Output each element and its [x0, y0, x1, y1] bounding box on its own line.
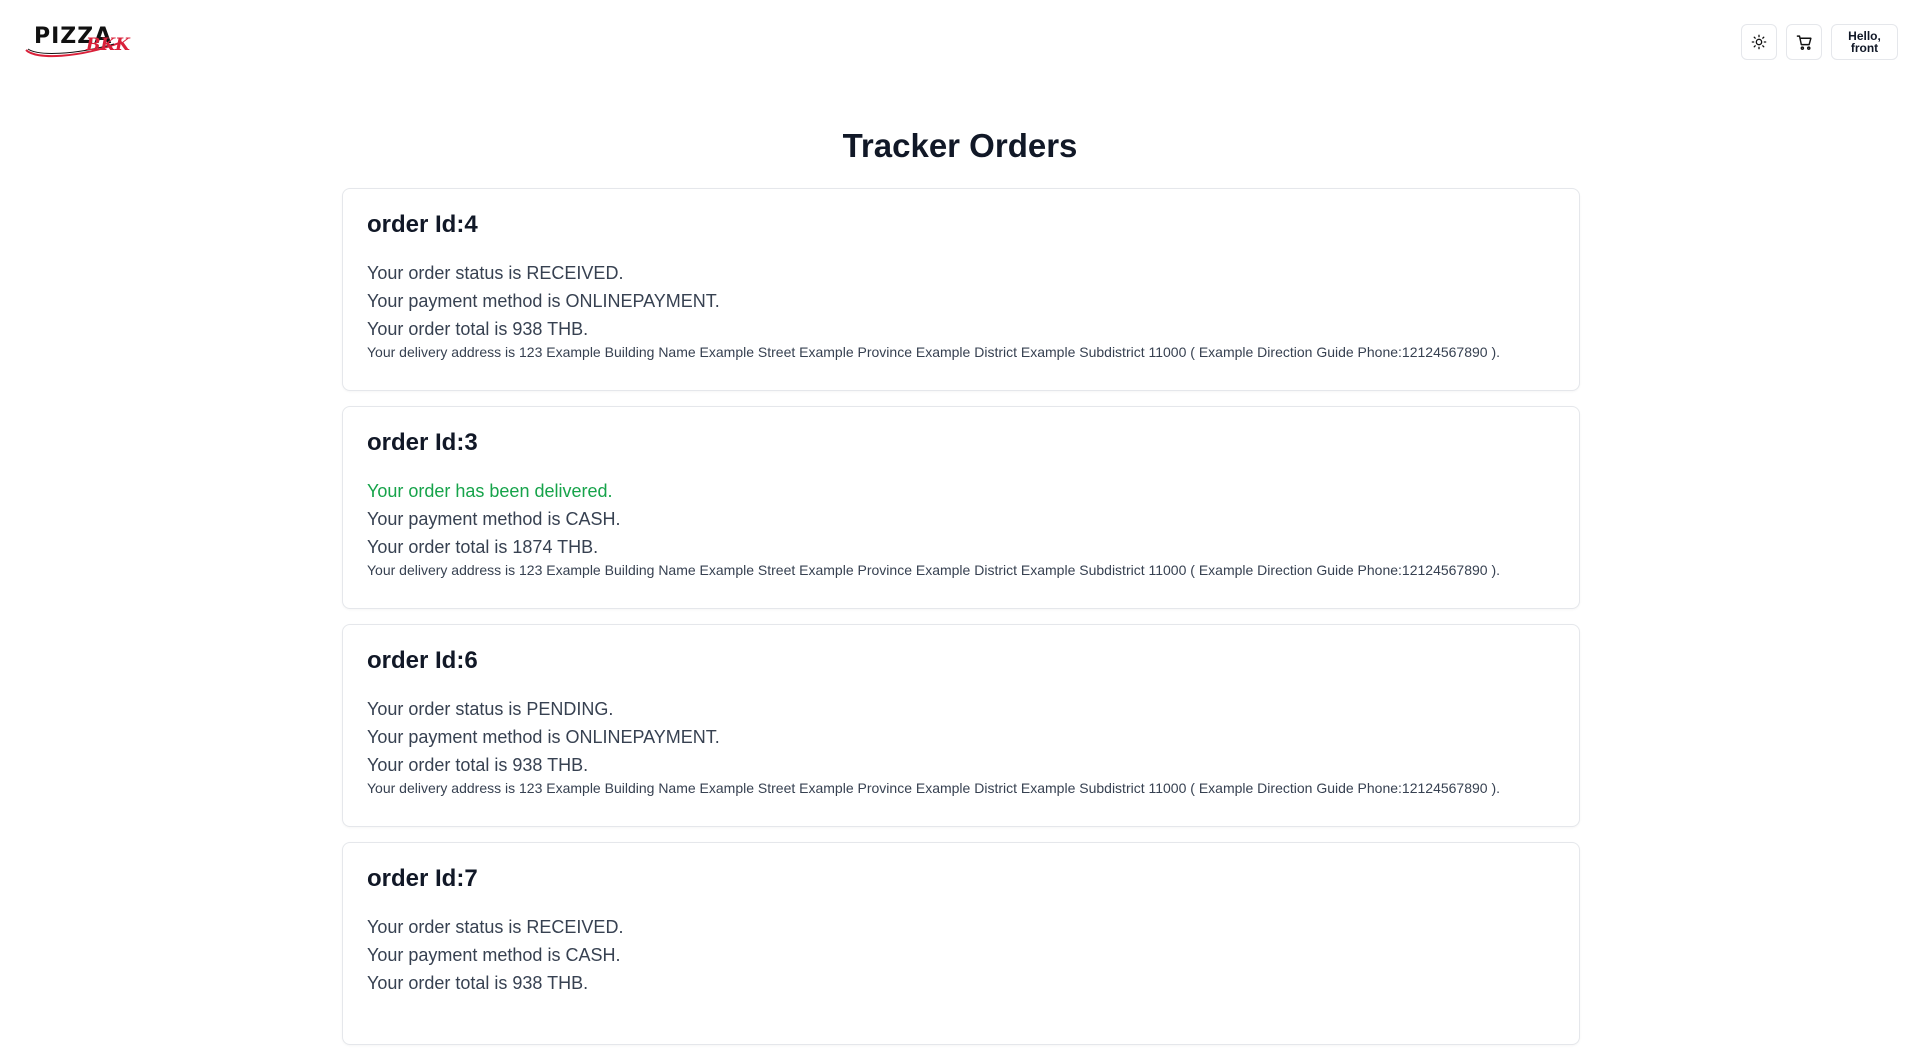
cart-icon — [1796, 34, 1812, 50]
order-title: order Id:7 — [367, 865, 478, 892]
order-payment: Your payment method is ONLINEPAYMENT. — [367, 291, 720, 311]
user-name: front — [1850, 41, 1879, 55]
header: PIZZA BKK Hello, front — [0, 0, 1920, 84]
cart-button[interactable] — [1786, 24, 1822, 60]
order-status: Your order status is RECEIVED. — [367, 917, 624, 937]
order-status: Your order has been delivered. — [367, 481, 613, 501]
order-address: Your delivery address is 123 Example Bui… — [367, 780, 1501, 796]
orders-list: order Id:4 Your order status is RECEIVED… — [342, 188, 1580, 1060]
order-total: Your order total is 938 THB. — [367, 319, 589, 339]
logo-subtext: BKK — [86, 35, 130, 55]
order-payment: Your payment method is CASH. — [367, 509, 621, 529]
order-card: order Id:6 Your order status is PENDING.… — [342, 624, 1580, 827]
order-title: order Id:6 — [367, 647, 478, 674]
logo[interactable]: PIZZA BKK — [24, 26, 130, 58]
user-menu-button[interactable]: Hello, front — [1831, 24, 1898, 60]
order-card: order Id:7 Your order status is RECEIVED… — [342, 842, 1580, 1045]
order-total: Your order total is 1874 THB. — [367, 537, 599, 557]
header-actions: Hello, front — [1741, 24, 1898, 60]
page-title: Tracker Orders — [842, 127, 1078, 164]
order-total: Your order total is 938 THB. — [367, 755, 589, 775]
theme-toggle-button[interactable] — [1741, 24, 1777, 60]
order-status: Your order status is RECEIVED. — [367, 263, 624, 283]
order-card: order Id:3 Your order has been delivered… — [342, 406, 1580, 609]
order-title: order Id:3 — [367, 429, 478, 456]
order-payment: Your payment method is ONLINEPAYMENT. — [367, 727, 720, 747]
order-status: Your order status is PENDING. — [367, 699, 614, 719]
order-address: Your delivery address is 123 Example Bui… — [367, 562, 1501, 578]
order-payment: Your payment method is CASH. — [367, 945, 621, 965]
sun-icon — [1751, 34, 1767, 50]
order-title: order Id:4 — [367, 211, 478, 238]
order-address: Your delivery address is 123 Example Bui… — [367, 344, 1501, 360]
order-card: order Id:4 Your order status is RECEIVED… — [342, 188, 1580, 391]
